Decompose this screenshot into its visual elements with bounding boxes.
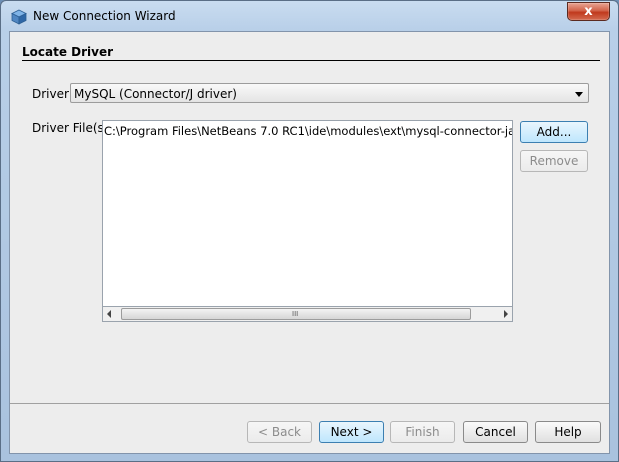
driver-files-list[interactable]: C:\Program Files\NetBeans 7.0 RC1\ide\mo… xyxy=(102,120,513,322)
driver-label: Driver: xyxy=(32,87,73,101)
remove-driver-button[interactable]: Remove xyxy=(520,150,588,172)
wizard-content: Locate Driver Driver: MySQL (Connector/J… xyxy=(9,31,610,454)
grip-icon: III xyxy=(292,310,299,318)
header-divider xyxy=(22,60,600,61)
scrollbar-thumb[interactable]: III xyxy=(121,308,471,320)
back-button[interactable]: < Back xyxy=(247,421,312,443)
wizard-window: New Connection Wizard x Locate Driver Dr… xyxy=(0,0,619,462)
step-title: Locate Driver xyxy=(22,45,114,59)
finish-button[interactable]: Finish xyxy=(390,421,455,443)
close-button[interactable]: x xyxy=(567,2,610,21)
scroll-right-arrow-icon[interactable] xyxy=(504,310,508,318)
list-item[interactable]: C:\Program Files\NetBeans 7.0 RC1\ide\mo… xyxy=(104,124,512,138)
scroll-left-arrow-icon[interactable] xyxy=(107,310,111,318)
close-icon: x xyxy=(584,4,593,19)
footer-divider xyxy=(10,403,609,404)
netbeans-cube-icon xyxy=(11,9,27,25)
horizontal-scrollbar[interactable]: III xyxy=(102,306,513,322)
window-title: New Connection Wizard xyxy=(33,9,176,23)
next-button[interactable]: Next > xyxy=(319,421,384,443)
help-button[interactable]: Help xyxy=(535,421,601,443)
driver-files-label: Driver File(s): xyxy=(32,121,113,135)
title-bar[interactable]: New Connection Wizard x xyxy=(1,1,618,31)
driver-select-value: MySQL (Connector/J driver) xyxy=(74,87,237,101)
add-driver-button[interactable]: Add... xyxy=(520,121,588,143)
cancel-button[interactable]: Cancel xyxy=(463,421,528,443)
driver-select[interactable]: MySQL (Connector/J driver) xyxy=(70,83,589,103)
chevron-down-icon[interactable] xyxy=(575,92,583,97)
